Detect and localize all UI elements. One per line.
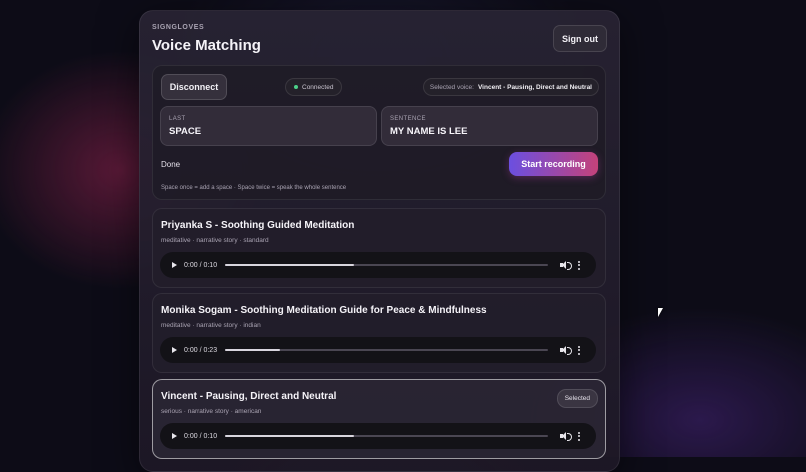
more-vertical-icon[interactable] <box>578 260 581 270</box>
voice-tags: serious · narrative story · american <box>161 408 262 415</box>
sentence-value: MY NAME IS LEE <box>390 126 468 137</box>
mouse-cursor-icon <box>658 308 663 317</box>
start-recording-button[interactable]: Start recording <box>509 152 598 176</box>
selected-badge: Selected <box>556 389 598 408</box>
last-sign-label: LAST <box>169 116 186 122</box>
audio-progress-track[interactable] <box>225 349 549 351</box>
audio-time: 0:00 / 0:10 <box>184 261 218 269</box>
last-sign-value: SPACE <box>169 126 202 137</box>
voice-name: Monika Sogam - Soothing Meditation Guide… <box>161 305 487 316</box>
voice-name: Priyanka S - Soothing Guided Meditation <box>161 220 355 231</box>
sentence-field: SENTENCE MY NAME IS LEE <box>381 106 598 146</box>
recording-state-text: Done <box>161 160 181 169</box>
play-icon[interactable] <box>172 347 177 353</box>
volume-icon[interactable] <box>560 345 573 355</box>
selected-voice-pill: Selected voice: Vincent - Pausing, Direc… <box>422 78 599 96</box>
audio-player: 0:00 / 0:23 <box>160 337 596 363</box>
audio-player: 0:00 / 0:10 <box>160 252 596 278</box>
audio-progress-fill <box>225 435 355 437</box>
page-title: Voice Matching <box>152 37 261 54</box>
voice-name: Vincent - Pausing, Direct and Neutral <box>161 391 337 402</box>
more-vertical-icon[interactable] <box>578 431 581 441</box>
voice-card-priyanka[interactable]: Priyanka S - Soothing Guided Meditation … <box>152 208 606 288</box>
last-sign-field: LAST SPACE <box>160 106 377 146</box>
audio-progress-track[interactable] <box>225 264 549 266</box>
voice-tags: meditative · narrative story · standard <box>161 237 269 244</box>
voice-matching-panel: SIGNGLOVES Voice Matching Sign out Disco… <box>139 10 620 472</box>
connection-status-text: Connected <box>302 83 334 91</box>
play-icon[interactable] <box>172 262 177 268</box>
audio-progress-fill <box>225 349 280 351</box>
audio-progress-track[interactable] <box>225 435 549 437</box>
more-vertical-icon[interactable] <box>578 345 581 355</box>
sentence-label: SENTENCE <box>390 116 426 122</box>
control-card: Disconnect Connected Selected voice: Vin… <box>152 65 606 200</box>
audio-player: 0:00 / 0:10 <box>160 423 596 449</box>
selected-voice-label: Selected voice: <box>429 83 474 91</box>
sign-out-button[interactable]: Sign out <box>553 25 607 52</box>
volume-icon[interactable] <box>560 431 573 441</box>
audio-time: 0:00 / 0:23 <box>184 346 218 354</box>
connection-status-badge: Connected <box>285 78 343 96</box>
audio-progress-fill <box>225 264 355 266</box>
disconnect-button[interactable]: Disconnect <box>161 74 227 100</box>
keyboard-hint: Space once = add a space · Space twice =… <box>161 185 347 191</box>
status-dot-icon <box>294 85 298 89</box>
voice-card-monika[interactable]: Monika Sogam - Soothing Meditation Guide… <box>152 293 606 373</box>
audio-time: 0:00 / 0:10 <box>184 432 218 440</box>
brand-label: SIGNGLOVES <box>152 24 205 31</box>
voice-card-vincent[interactable]: Vincent - Pausing, Direct and Neutral Se… <box>152 379 606 459</box>
play-icon[interactable] <box>172 433 177 439</box>
voice-tags: meditative · narrative story · indian <box>161 322 261 329</box>
selected-voice-value: Vincent - Pausing, Direct and Neutral <box>477 83 592 91</box>
volume-icon[interactable] <box>560 260 573 270</box>
